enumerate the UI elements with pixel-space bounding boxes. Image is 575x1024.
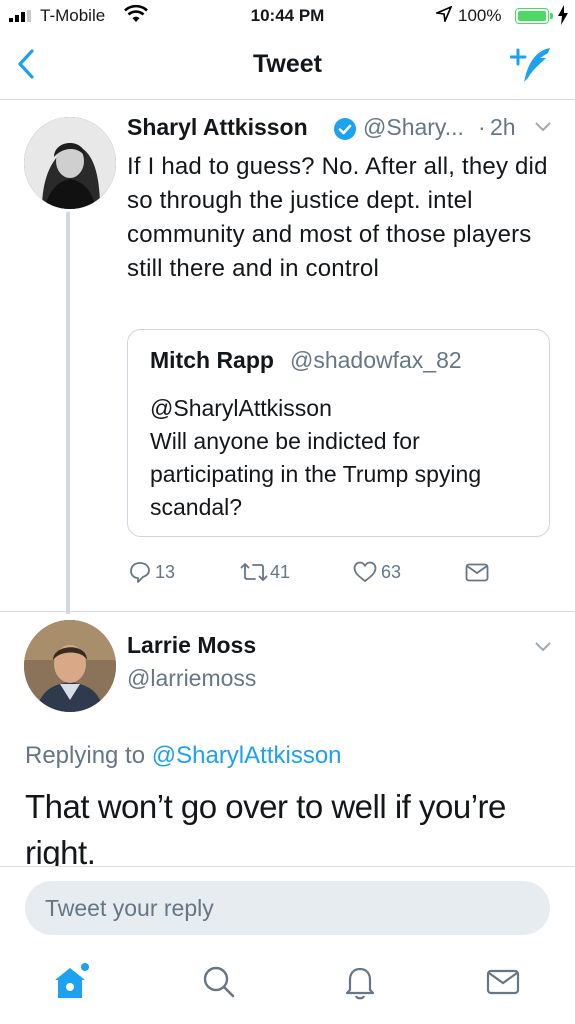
like-action[interactable]: 63	[352, 560, 401, 584]
reply-author-handle[interactable]: @larriemoss	[127, 665, 256, 692]
location-icon	[436, 6, 452, 22]
home-icon[interactable]	[51, 962, 91, 1002]
thread-line	[66, 212, 70, 614]
battery-cap	[550, 13, 553, 19]
like-count: 63	[381, 561, 402, 582]
avatar[interactable]	[24, 117, 116, 209]
battery-percent: 100%	[458, 6, 502, 25]
notifications-icon[interactable]	[340, 962, 380, 1002]
tweet-timestamp: 2h	[490, 114, 516, 140]
avatar[interactable]	[24, 620, 116, 712]
reply-action[interactable]: 13	[128, 560, 175, 584]
composer-divider	[0, 866, 575, 867]
direct-message-action[interactable]	[464, 560, 490, 584]
separator: ·	[478, 114, 486, 140]
search-icon[interactable]	[199, 962, 239, 1002]
verified-badge-icon	[334, 118, 356, 140]
envelope-icon	[465, 563, 489, 582]
tweet-reply-input[interactable]	[25, 881, 550, 935]
replying-mention-link[interactable]: @SharylAttkisson	[152, 742, 342, 769]
quoted-author-name: Mitch Rapp	[150, 347, 274, 373]
nav-divider	[0, 99, 575, 100]
reply-text: That won’t go over to well if you’re rig…	[25, 788, 506, 871]
chevron-down-icon[interactable]	[534, 121, 552, 133]
replying-to-line: Replying to @SharylAttkisson	[25, 742, 342, 770]
page-title: Tweet	[253, 50, 322, 78]
battery-icon	[515, 8, 549, 24]
heart-icon	[353, 561, 377, 582]
retweet-icon	[240, 563, 268, 581]
tweet-author-name[interactable]: Sharyl Attkisson	[127, 114, 308, 141]
tweet-author-handle[interactable]: @Shary...	[363, 114, 464, 141]
messages-icon[interactable]	[483, 962, 523, 1002]
retweet-count: 41	[270, 561, 291, 582]
quoted-tweet-text: @SharylAttkisson Will anyone be indicted…	[150, 392, 540, 524]
quoted-body: Will anyone be indicted for participatin…	[150, 428, 482, 520]
compose-tweet-icon[interactable]	[510, 44, 554, 84]
reply-icon	[130, 562, 150, 583]
quoted-mention: @SharylAttkisson	[150, 395, 332, 421]
status-bar: T-Mobile 10:44 PM 100%	[0, 0, 575, 34]
charging-icon	[558, 5, 568, 25]
replying-label: Replying to	[25, 742, 146, 769]
chevron-down-icon[interactable]	[534, 641, 552, 653]
reply-count: 13	[155, 561, 176, 582]
tweet-text: If I had to guess? No. After all, they d…	[127, 153, 548, 282]
retweet-action[interactable]: 41	[240, 560, 290, 584]
quoted-author-handle: @shadowfax_82	[290, 347, 462, 373]
reply-author-name[interactable]: Larrie Moss	[127, 632, 256, 659]
tweet-divider	[0, 611, 575, 612]
